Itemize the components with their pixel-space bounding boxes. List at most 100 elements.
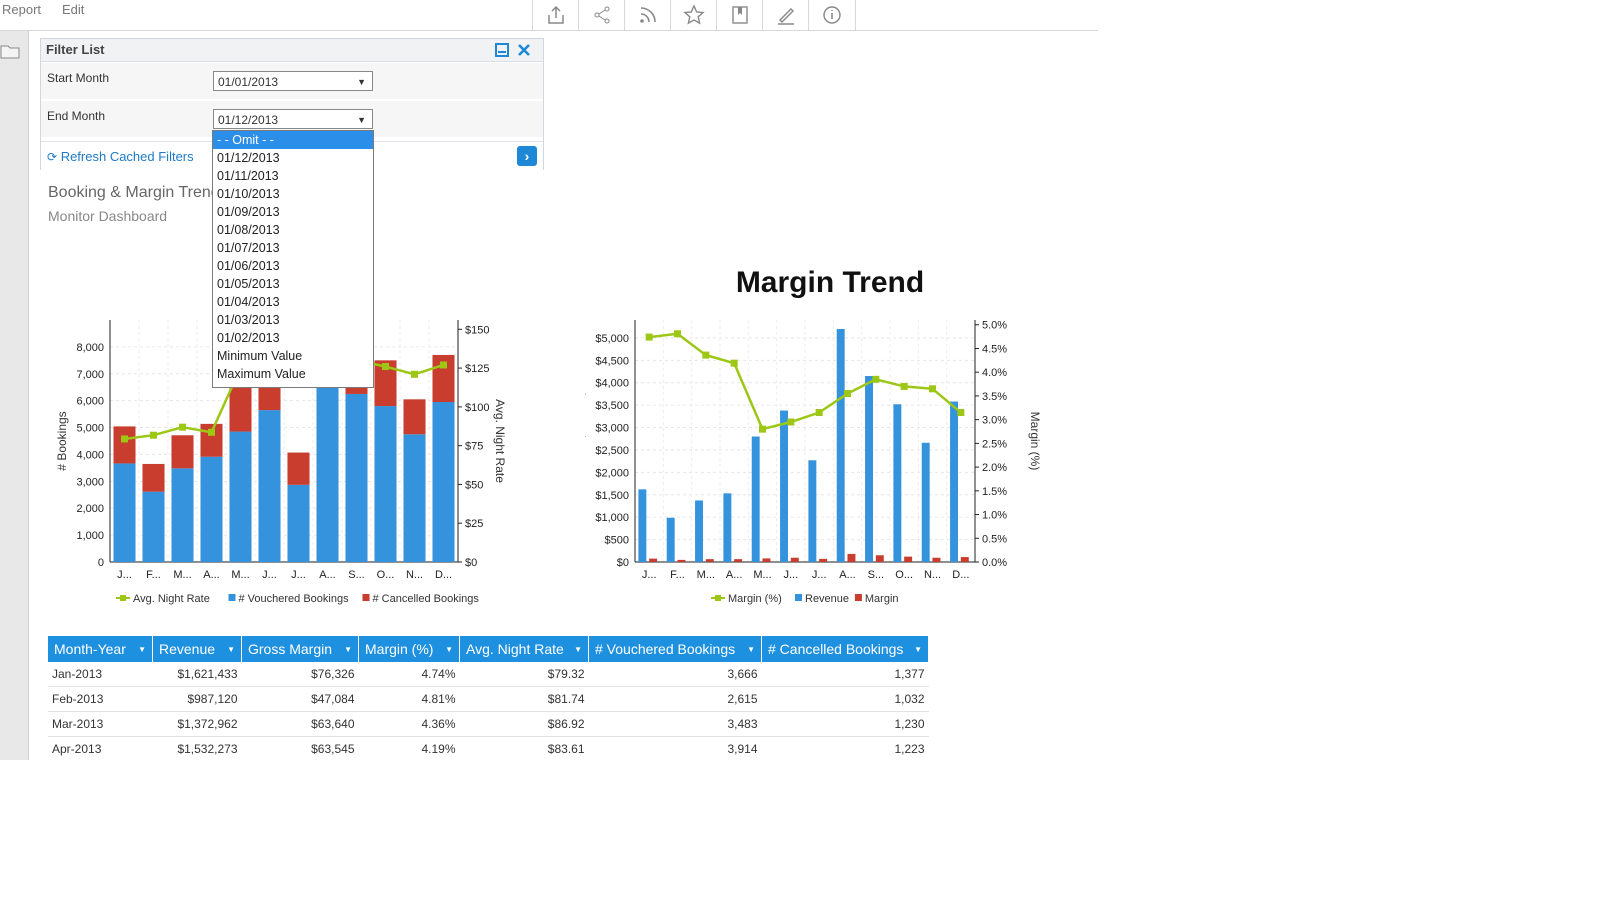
table-cell: 4.19% <box>358 736 460 762</box>
line-point <box>844 390 851 398</box>
end-month-dropdown-list[interactable]: - - Omit - -01/12/2013 01/11/2013 01/10/20… <box>212 130 374 388</box>
info-button[interactable] <box>808 0 856 30</box>
menu-report[interactable]: Report <box>2 2 41 17</box>
sort-arrow-icon[interactable]: ▼ <box>914 645 922 654</box>
favourite-button[interactable] <box>670 0 717 30</box>
menu-edit[interactable]: Edit <box>62 2 84 17</box>
legend-swatch <box>854 594 862 601</box>
column-header[interactable]: Margin (%) ▼ <box>358 636 460 662</box>
dropdown-option[interactable]: 01/04/2013 <box>213 293 373 311</box>
bar <box>666 517 675 562</box>
table-header-row: Month-Year ▼ Revenue ▼ Gross Margin ▼ Margin (… <box>48 636 929 662</box>
column-header[interactable]: Gross Margin ▼ <box>241 636 359 662</box>
column-header[interactable]: Avg. Night Rate ▼ <box>459 636 589 662</box>
share-button[interactable] <box>578 0 625 30</box>
start-month-select[interactable]: 01/01/2013 ▼ <box>213 71 373 91</box>
line-point <box>150 431 157 439</box>
legend-swatch <box>362 594 370 601</box>
dropdown-option[interactable]: 01/03/2013 <box>213 311 373 329</box>
sort-arrow-icon[interactable]: ▼ <box>227 645 235 654</box>
dropdown-option[interactable]: Maximum Value <box>213 365 373 383</box>
dropdown-option[interactable]: 01/12/2013 <box>213 149 373 167</box>
table-cell: $1,532,273 <box>152 736 242 762</box>
y2-tick-label: $100 <box>465 402 489 414</box>
refresh-cached-filters-link[interactable]: ⟳ Refresh Cached Filters <box>47 149 194 164</box>
report-title: Booking & Margin Trend <box>48 184 220 201</box>
folder-icon[interactable] <box>0 41 20 61</box>
table-cell: 1,223 <box>761 736 929 762</box>
bar <box>921 442 930 562</box>
refresh-icon: ⟳ <box>47 150 58 164</box>
bar <box>258 410 281 562</box>
table-cell: Feb-2013 <box>48 686 153 712</box>
sort-arrow-icon[interactable]: ▼ <box>747 645 755 654</box>
end-month-select[interactable]: 01/12/2013 ▼ <box>213 109 373 129</box>
dropdown-option[interactable]: Minimum Value <box>213 347 373 365</box>
y2-tick-label: 4.5% <box>982 343 1007 355</box>
refresh-label: Refresh Cached Filters <box>60 149 194 164</box>
table-cell: $83.61 <box>459 736 589 762</box>
dropdown-option[interactable]: 01/02/2013 <box>213 329 373 347</box>
bar <box>808 460 817 562</box>
bar <box>142 491 165 562</box>
column-header[interactable]: # Vouchered Bookings ▼ <box>588 636 762 662</box>
line-point <box>759 425 766 433</box>
start-month-value: 01/01/2013 <box>218 75 279 89</box>
table-cell: $987,120 <box>152 686 242 712</box>
bar <box>649 558 658 562</box>
table-cell: $63,640 <box>241 711 359 737</box>
line-point <box>900 382 908 390</box>
dropdown-option[interactable]: 01/09/2013 <box>213 203 373 221</box>
chevron-down-icon: ▼ <box>357 115 366 125</box>
bar <box>403 399 426 435</box>
dropdown-option[interactable]: - - Omit - - <box>213 131 373 149</box>
sort-arrow-icon[interactable]: ▼ <box>344 645 352 654</box>
y2-tick-label: $50 <box>465 479 483 491</box>
y2-tick-label: 3.0% <box>982 415 1007 427</box>
bar <box>875 555 884 562</box>
column-header-label: Month-Year <box>54 641 126 657</box>
page-blank-area <box>0 760 1600 900</box>
x-tick-label: A... <box>726 569 743 581</box>
bar <box>893 404 902 562</box>
sort-arrow-icon[interactable]: ▼ <box>138 645 146 654</box>
annotate-button[interactable] <box>762 0 809 30</box>
table-cell: $63,545 <box>241 736 359 762</box>
bar <box>847 553 856 562</box>
y-tick-label: $2,500 <box>595 445 629 457</box>
sort-arrow-icon[interactable]: ▼ <box>445 645 453 654</box>
line-point <box>674 330 681 338</box>
bar <box>403 434 426 562</box>
rss-button[interactable] <box>624 0 671 30</box>
dropdown-option[interactable]: 01/07/2013 <box>213 239 373 257</box>
bar <box>723 493 732 562</box>
bar <box>904 556 913 562</box>
bookmark-button[interactable] <box>716 0 763 30</box>
bar <box>677 559 686 562</box>
dropdown-option[interactable]: 01/06/2013 <box>213 257 373 275</box>
y-tick-label: 8,000 <box>76 342 104 354</box>
column-header[interactable]: Month-Year ▼ <box>48 636 153 662</box>
legend-swatch <box>795 594 802 601</box>
table-cell: $79.32 <box>459 662 589 687</box>
dropdown-option[interactable]: 01/10/2013 <box>213 185 373 203</box>
column-header[interactable]: Revenue ▼ <box>152 636 242 662</box>
y-tick-label: 3,000 <box>76 476 104 488</box>
y-tick-label: 4,000 <box>76 449 104 461</box>
dropdown-option[interactable]: 01/05/2013 <box>213 275 373 293</box>
dropdown-option[interactable]: 01/11/2013 <box>213 167 373 185</box>
dropdown-option[interactable]: 01/08/2013 <box>213 221 373 239</box>
y2-tick-label: 2.0% <box>982 462 1007 474</box>
column-header[interactable]: # Cancelled Bookings ▼ <box>761 636 929 662</box>
y-tick-label: 1,000 <box>76 530 104 542</box>
close-icon[interactable] <box>517 43 531 57</box>
line-point <box>730 359 738 367</box>
x-tick-label: J... <box>262 569 277 581</box>
export-button[interactable] <box>532 0 579 30</box>
line-point <box>645 333 653 341</box>
sort-arrow-icon[interactable]: ▼ <box>574 645 582 654</box>
minimize-icon[interactable] <box>495 43 509 57</box>
apply-filters-button[interactable]: › <box>517 146 537 166</box>
bar <box>287 452 310 485</box>
y-tick-label: $4,500 <box>595 355 629 367</box>
